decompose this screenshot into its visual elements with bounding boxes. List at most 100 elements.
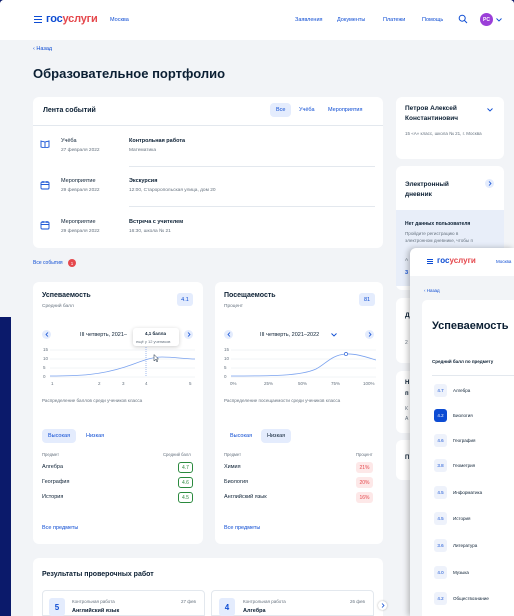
subject-name: Литература bbox=[453, 543, 478, 548]
result-subject: Алгебра bbox=[243, 608, 266, 614]
subject-score[interactable]: 3.8 bbox=[434, 459, 447, 472]
chevron-right-icon[interactable] bbox=[485, 179, 494, 188]
y-tick: 15 bbox=[224, 347, 230, 352]
side-card-title: п bbox=[405, 391, 409, 397]
mobile-city[interactable]: Москва bbox=[496, 259, 511, 264]
side-card-title: П bbox=[405, 455, 410, 461]
tab-high[interactable]: Высокая bbox=[230, 433, 252, 439]
result-date: 27 фев bbox=[181, 599, 196, 604]
divider bbox=[432, 375, 514, 376]
event-subtitle: 16:30, школа № 21 bbox=[129, 229, 171, 234]
side-card-sub: 2 bbox=[405, 340, 408, 346]
nav-documents[interactable]: Документы bbox=[337, 17, 365, 23]
tab-high[interactable]: Высокая bbox=[42, 429, 77, 443]
y-tick: 0 bbox=[224, 374, 227, 379]
percent-badge: 20% bbox=[356, 477, 373, 488]
backdrop-strip bbox=[0, 317, 11, 616]
nav-applications[interactable]: Заявления bbox=[295, 17, 323, 23]
attendance-value-badge: 81 bbox=[359, 293, 375, 306]
column-subject: Предмет bbox=[224, 452, 242, 457]
mobile-title: Успеваемость bbox=[432, 320, 509, 332]
subject-name: Биология bbox=[453, 413, 473, 418]
tab-low[interactable]: Низкая bbox=[261, 429, 292, 443]
city-link[interactable]: Москва bbox=[110, 17, 129, 23]
calendar-icon bbox=[40, 180, 50, 190]
book-icon bbox=[40, 140, 50, 148]
back-link[interactable]: ‹ Назад bbox=[33, 46, 52, 52]
avatar[interactable]: PC bbox=[480, 13, 493, 26]
nav-payments[interactable]: Платежи bbox=[383, 17, 405, 23]
tab-low[interactable]: Низкая bbox=[86, 433, 104, 439]
subject-name: Алгебра bbox=[42, 464, 64, 470]
prev-period-button[interactable] bbox=[42, 330, 51, 339]
column-subject: Предмет bbox=[42, 452, 60, 457]
performance-subtitle: Средний балл bbox=[42, 304, 74, 309]
event-title[interactable]: Контрольная работа bbox=[129, 138, 185, 144]
x-tick: 25% bbox=[264, 381, 274, 386]
subject-name: Информатика bbox=[453, 490, 483, 495]
tooltip-sub: ещё у 12 учеников bbox=[136, 339, 171, 344]
diary-title: Электронный дневник bbox=[405, 181, 449, 198]
subject-score[interactable]: 4.2 bbox=[434, 592, 447, 605]
y-tick: 0 bbox=[43, 374, 46, 379]
percent-badge: 16% bbox=[356, 492, 373, 503]
subject-score[interactable]: 4.0 bbox=[434, 566, 447, 579]
search-icon[interactable] bbox=[458, 14, 468, 24]
subject-score[interactable]: 4.5 bbox=[434, 512, 447, 525]
x-tick: 3 bbox=[122, 381, 125, 386]
side-card-sub: А bbox=[405, 416, 409, 422]
calendar-icon bbox=[40, 220, 50, 230]
feed-title: Лента событий bbox=[43, 107, 96, 114]
diary-notice-link[interactable]: З bbox=[405, 270, 408, 276]
mobile-back-link[interactable]: ‹ Назад bbox=[424, 288, 440, 293]
logo-part-1: гос bbox=[46, 13, 63, 25]
subject-name: География bbox=[42, 479, 70, 485]
event-subtitle: Математика bbox=[129, 148, 157, 153]
subject-score-selected[interactable]: 4.2 bbox=[434, 409, 447, 422]
performance-card bbox=[33, 282, 203, 544]
x-tick: 2 bbox=[98, 381, 101, 386]
mobile-menu-icon[interactable] bbox=[427, 259, 433, 264]
mobile-logo[interactable]: госуслуги bbox=[437, 256, 476, 265]
prev-period-button[interactable] bbox=[224, 330, 233, 339]
column-average: Средний балл bbox=[163, 452, 191, 457]
result-score: 4 bbox=[219, 598, 235, 616]
y-tick: 10 bbox=[224, 356, 230, 361]
subject-score[interactable]: 4.5 bbox=[434, 486, 447, 499]
attendance-period[interactable]: III четверть, 2021–2022 bbox=[260, 332, 319, 338]
performance-value-badge: 4.1 bbox=[177, 293, 193, 306]
all-subjects-link[interactable]: Все предметы bbox=[42, 525, 78, 531]
menu-icon[interactable] bbox=[34, 16, 42, 23]
attendance-title: Посещаемость bbox=[224, 292, 276, 299]
chevron-down-icon[interactable] bbox=[496, 18, 502, 22]
next-period-button[interactable] bbox=[184, 330, 193, 339]
cursor-icon bbox=[153, 354, 159, 362]
subject-score[interactable]: 3.6 bbox=[434, 539, 447, 552]
next-period-button[interactable] bbox=[365, 330, 374, 339]
x-tick: 75% bbox=[331, 381, 341, 386]
subject-name: Алгебра bbox=[453, 388, 471, 393]
tab-all[interactable]: Все bbox=[270, 103, 292, 117]
all-subjects-link[interactable]: Все предметы bbox=[224, 525, 260, 531]
x-tick: 0% bbox=[230, 381, 237, 386]
x-tick: 4 bbox=[145, 381, 148, 386]
attendance-marker bbox=[344, 352, 348, 356]
event-title[interactable]: Встреча с учителем bbox=[129, 219, 183, 225]
tab-events[interactable]: Мероприятия bbox=[328, 107, 362, 113]
subject-score[interactable]: 4.6 bbox=[434, 434, 447, 447]
performance-period[interactable]: III четверть, 2021– bbox=[80, 332, 127, 338]
event-title[interactable]: Экскурсия bbox=[129, 178, 157, 184]
nav-help[interactable]: Помощь bbox=[422, 17, 443, 23]
percent-badge: 21% bbox=[356, 462, 373, 473]
tab-study[interactable]: Учёба bbox=[299, 107, 315, 113]
chevron-down-icon[interactable] bbox=[331, 333, 337, 337]
all-events-badge: 1 bbox=[68, 259, 76, 267]
attendance-card bbox=[215, 282, 383, 544]
mobile-back-label: Назад bbox=[426, 288, 440, 293]
all-events-link[interactable]: Все события bbox=[33, 260, 63, 266]
results-next-button[interactable] bbox=[378, 601, 387, 610]
gosuslugi-logo[interactable]: госуслуги bbox=[46, 13, 98, 25]
subject-name: Обществознание bbox=[453, 596, 489, 601]
event-date: 27 февраля 2022 bbox=[61, 148, 100, 153]
chevron-down-icon[interactable] bbox=[487, 108, 493, 112]
